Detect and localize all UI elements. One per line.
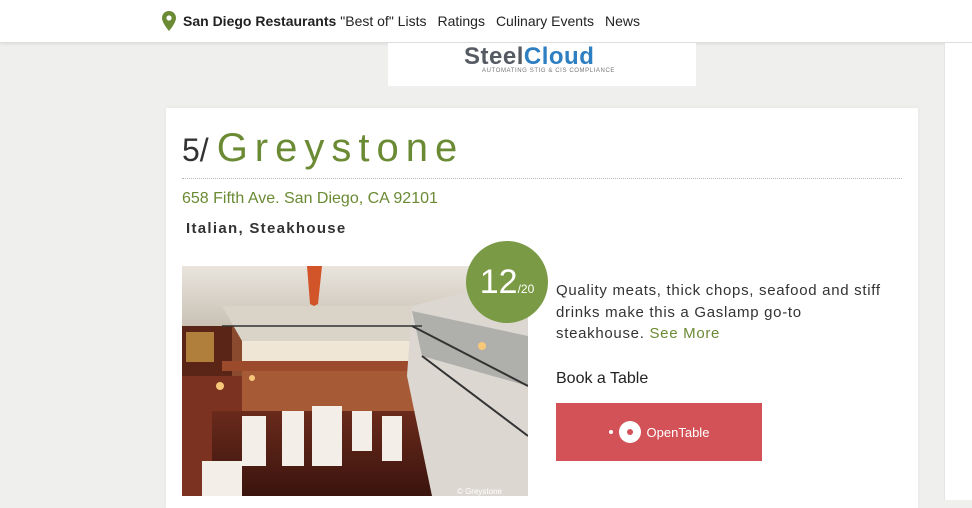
nav-news[interactable]: News	[605, 13, 640, 29]
right-sidebar-strip	[944, 43, 972, 500]
site-brand-link[interactable]: San Diego Restaurants	[183, 13, 336, 29]
ad-logo-cloud: Cloud	[523, 43, 595, 70]
opentable-logo: OpenTable	[608, 421, 710, 443]
restaurant-title: 5/ Greystone	[182, 126, 464, 172]
ad-logo-steel: Steel	[464, 43, 524, 70]
top-navigation-bar: San Diego Restaurants "Best of" Lists Ra…	[0, 0, 972, 43]
score-out-of: /20	[517, 282, 535, 296]
see-more-link[interactable]: See More	[649, 325, 720, 342]
book-a-table-heading: Book a Table	[556, 370, 649, 387]
opentable-label: OpenTable	[646, 424, 710, 440]
map-pin-icon	[162, 11, 176, 31]
opentable-dot-icon	[608, 430, 613, 434]
rating-score-badge: 12/20	[466, 241, 548, 323]
restaurant-rank: 5/	[182, 132, 209, 168]
advertisement-banner[interactable]: SteelCloud AUTOMATING STIG & CIS COMPLIA…	[388, 43, 696, 86]
score-value: 12	[479, 263, 518, 301]
restaurant-card: 5/ Greystone 658 Fifth Ave. San Diego, C…	[166, 108, 918, 508]
restaurant-cuisine: Italian, Steakhouse	[186, 220, 347, 237]
photo-credit: © Greystone	[456, 487, 502, 496]
opentable-button[interactable]: OpenTable	[556, 403, 762, 461]
nav-best-of-lists[interactable]: "Best of" Lists	[340, 13, 426, 29]
nav-content: San Diego Restaurants "Best of" Lists Ra…	[162, 10, 640, 32]
restaurant-address-link[interactable]: 658 Fifth Ave. San Diego, CA 92101	[182, 190, 438, 208]
title-divider	[182, 178, 902, 179]
ad-logo: SteelCloud	[464, 44, 594, 70]
nav-ratings[interactable]: Ratings	[437, 13, 484, 29]
restaurant-name[interactable]: Greystone	[217, 126, 465, 171]
ad-tagline: AUTOMATING STIG & CIS COMPLIANCE	[482, 68, 615, 74]
nav-culinary-events[interactable]: Culinary Events	[496, 13, 594, 29]
opentable-ring-icon	[618, 421, 641, 443]
restaurant-description: Quality meats, thick chops, seafood and …	[556, 280, 886, 345]
